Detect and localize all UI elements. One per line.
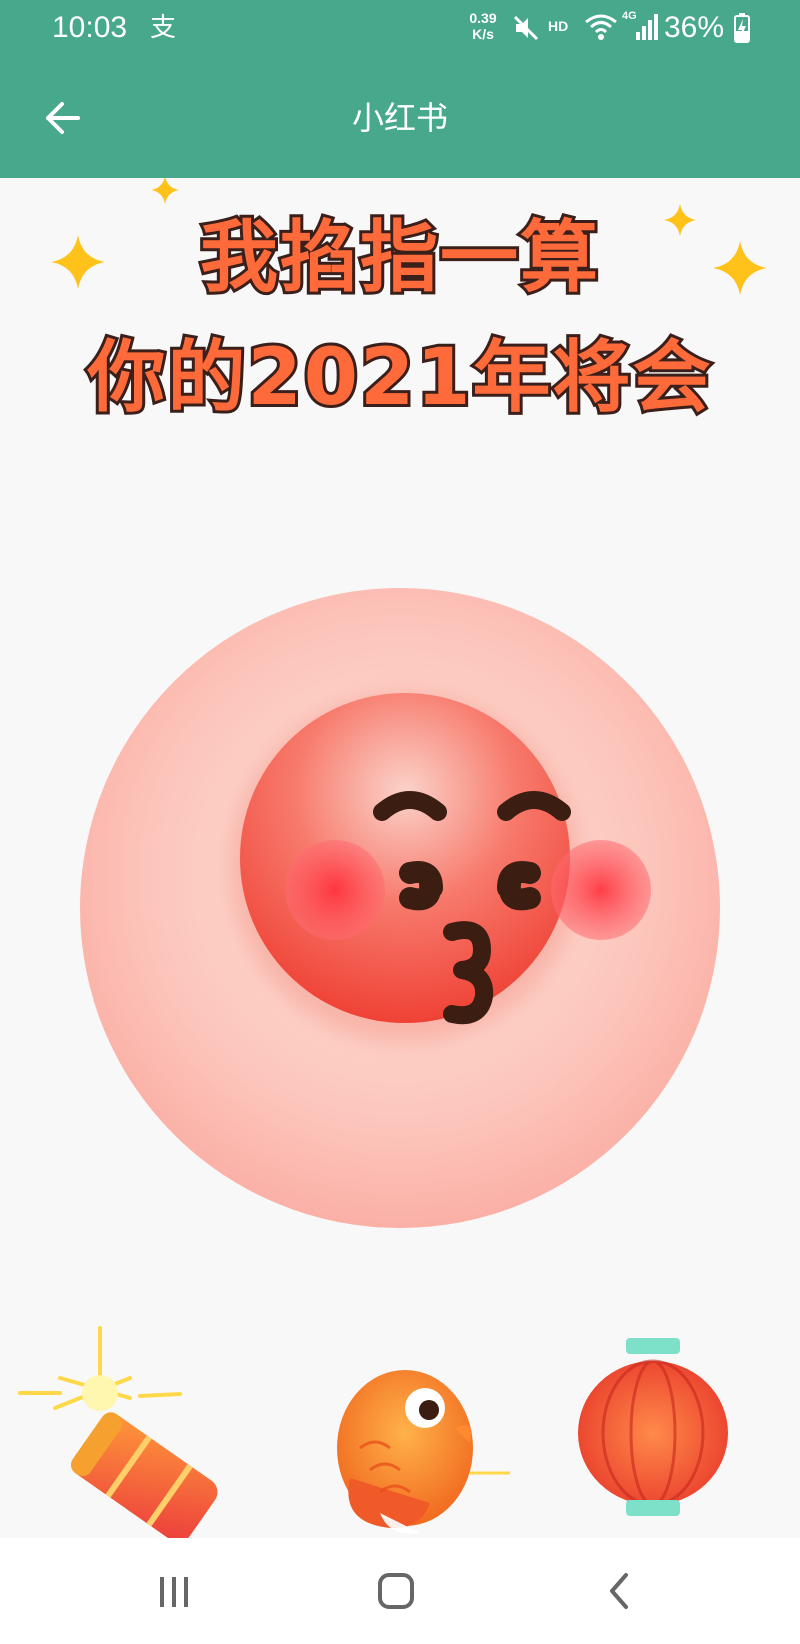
- wifi-icon: [584, 12, 618, 46]
- hd-label: HD: [548, 18, 569, 34]
- recents-icon: [160, 1577, 188, 1607]
- mute-icon: [512, 14, 540, 46]
- app-toolbar: 小红书: [0, 58, 800, 178]
- page-title: 小红书: [351, 99, 448, 137]
- alipay-icon: 支: [150, 13, 177, 43]
- system-back-button[interactable]: [580, 1558, 660, 1624]
- back-icon: [610, 1573, 628, 1609]
- net-speed: 0.39 K/s: [466, 10, 500, 42]
- net-speed-value: 0.39: [469, 10, 497, 26]
- signal-icon: [622, 12, 658, 46]
- bottom-decorations: [18, 1326, 728, 1538]
- battery-charging-icon: [734, 13, 750, 47]
- status-bar: 10:03 支 0.39 K/s HD 4G 36%: [0, 0, 800, 58]
- system-nav-bar: [0, 1538, 800, 1644]
- recents-button[interactable]: [134, 1558, 214, 1624]
- battery-percent: 36%: [664, 11, 725, 44]
- koi-fish-icon: [337, 1370, 510, 1534]
- back-button[interactable]: [30, 86, 94, 150]
- home-button[interactable]: [356, 1558, 436, 1624]
- kissing-face-icon: [80, 588, 720, 1228]
- status-time: 10:03: [52, 11, 128, 44]
- arrow-left-icon: [46, 102, 80, 134]
- firecracker-icon: [18, 1326, 218, 1538]
- home-icon: [378, 1573, 414, 1609]
- content-area: 我掐指一算 你的2021年将会: [0, 178, 800, 1538]
- net-speed-unit: K/s: [472, 26, 494, 42]
- red-lantern-icon: [578, 1338, 728, 1516]
